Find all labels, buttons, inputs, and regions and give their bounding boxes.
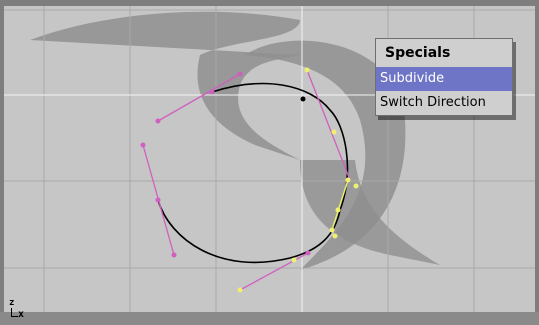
- viewport-header-bar: [0, 312, 539, 325]
- menu-item-subdivide[interactable]: Subdivide: [376, 67, 512, 91]
- background-reference-shape: [30, 11, 300, 160]
- viewport-top-border: [0, 0, 539, 6]
- 3d-viewport[interactable]: z x Specials Subdivide Switch Direction: [0, 0, 539, 325]
- viewport-right-border: [535, 0, 539, 325]
- specials-menu: Specials Subdivide Switch Direction: [375, 38, 513, 116]
- axis-x-label: x: [18, 309, 25, 320]
- curve-direction-marker: [300, 96, 306, 102]
- specials-menu-title: Specials: [385, 45, 451, 61]
- axis-z-label: z: [9, 298, 15, 308]
- axis-x-line: [11, 316, 18, 317]
- view-axis-widget: z x: [6, 298, 28, 320]
- viewport-left-border: [0, 0, 4, 325]
- menu-item-switch-direction[interactable]: Switch Direction: [376, 91, 512, 115]
